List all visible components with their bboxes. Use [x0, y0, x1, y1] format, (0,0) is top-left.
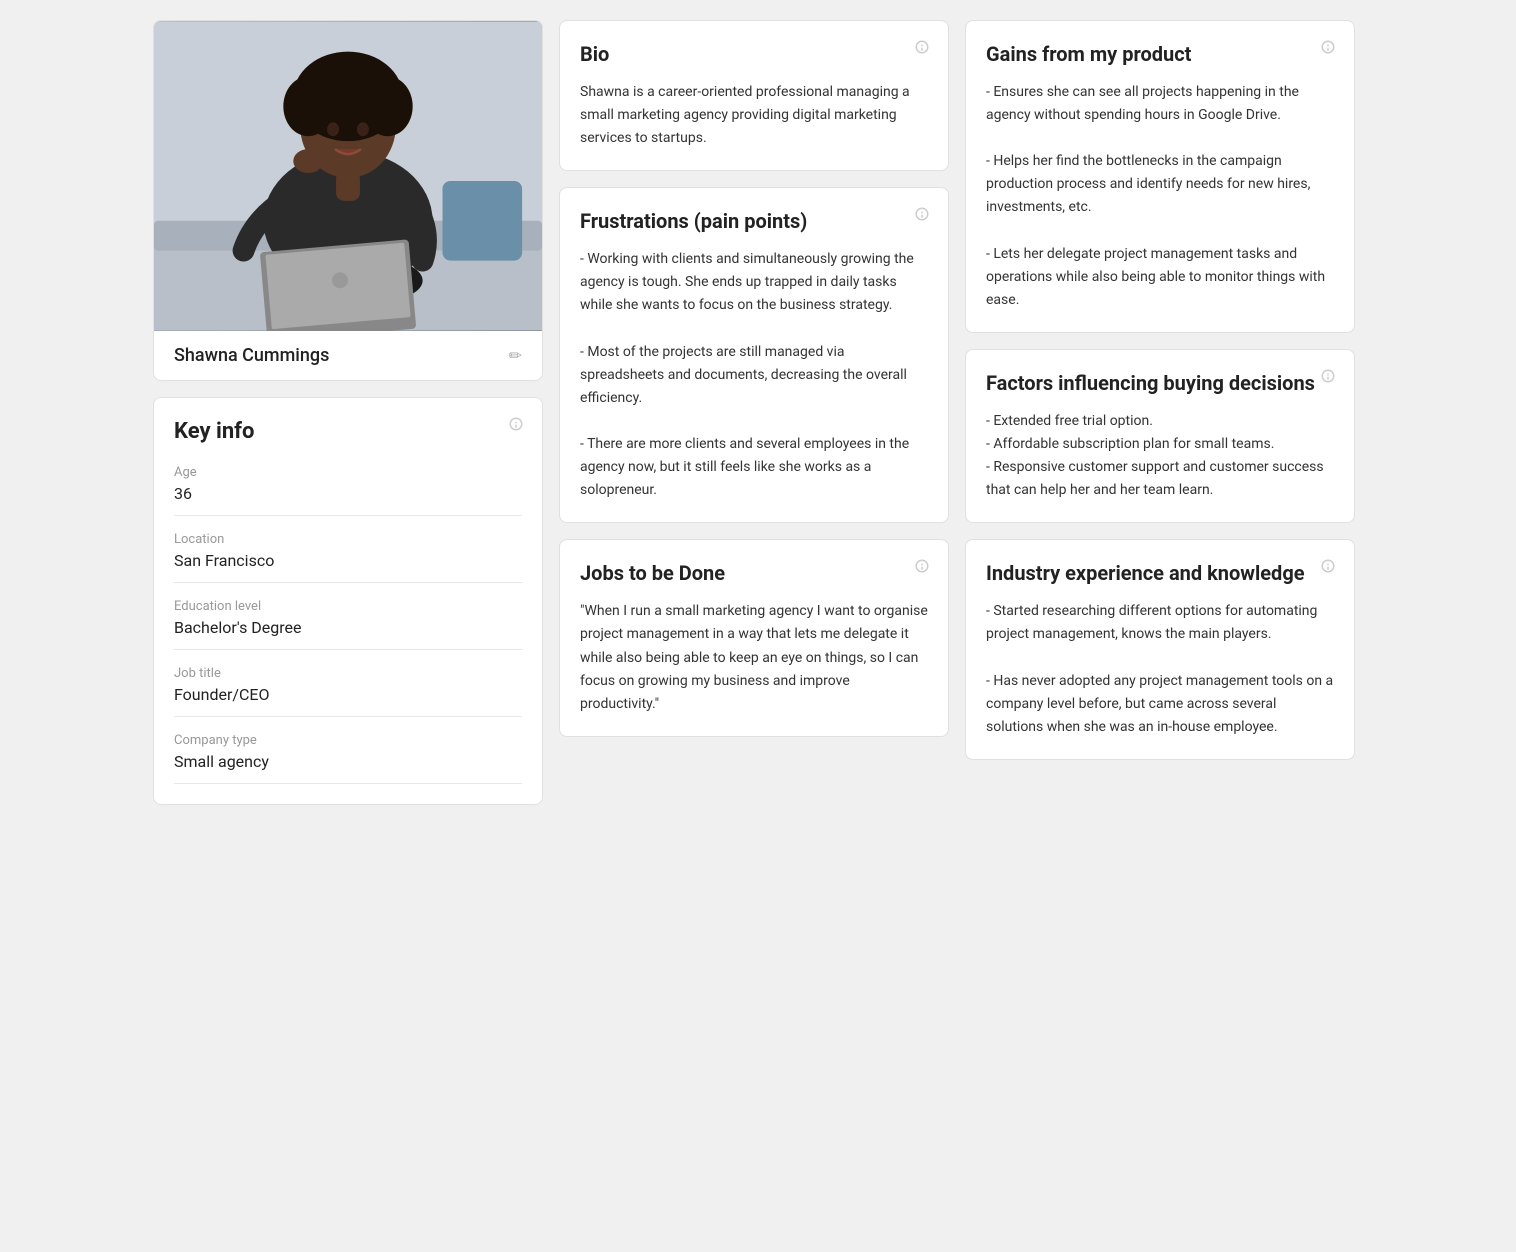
industry-hint-icon[interactable]: [1320, 558, 1336, 578]
location-label: Location: [174, 532, 522, 547]
key-info-fields: Age 36 Location San Francisco Education …: [174, 465, 522, 784]
profile-card: Shawna Cummings ✏: [153, 20, 543, 381]
jobs-to-be-done-card: Jobs to be Done "When I run a small mark…: [559, 539, 949, 736]
edit-icon[interactable]: ✏: [509, 346, 522, 365]
jobs-title: Jobs to be Done: [580, 560, 928, 586]
industry-card: Industry experience and knowledge - Star…: [965, 539, 1355, 760]
middle-column: Bio Shawna is a career-oriented professi…: [559, 20, 949, 805]
gains-title: Gains from my product: [986, 41, 1334, 67]
info-field-job-title: Job title Founder/CEO: [174, 666, 522, 717]
bio-hint-icon[interactable]: [914, 39, 930, 59]
factors-title: Factors influencing buying decisions: [986, 370, 1334, 396]
frustrations-body: - Working with clients and simultaneousl…: [580, 248, 928, 502]
factors-body: - Extended free trial option. - Affordab…: [986, 410, 1334, 502]
info-field-education: Education level Bachelor's Degree: [174, 599, 522, 650]
age-label: Age: [174, 465, 522, 480]
gains-card: Gains from my product - Ensures she can …: [965, 20, 1355, 333]
bio-body: Shawna is a career-oriented professional…: [580, 81, 928, 150]
frustrations-title: Frustrations (pain points): [580, 208, 928, 234]
page-layout: Shawna Cummings ✏ Key info Age 36 Locati…: [153, 20, 1363, 805]
gains-hint-icon[interactable]: [1320, 39, 1336, 59]
bio-card: Bio Shawna is a career-oriented professi…: [559, 20, 949, 171]
jobs-body: "When I run a small marketing agency I w…: [580, 600, 928, 715]
profile-photo-placeholder: [154, 21, 542, 331]
industry-body: - Started researching different options …: [986, 600, 1334, 739]
frustrations-hint-icon[interactable]: [914, 206, 930, 226]
right-column: Gains from my product - Ensures she can …: [965, 20, 1355, 805]
factors-hint-icon[interactable]: [1320, 368, 1336, 388]
factors-card: Factors influencing buying decisions - E…: [965, 349, 1355, 523]
info-field-location: Location San Francisco: [174, 532, 522, 583]
bio-title: Bio: [580, 41, 928, 67]
location-value: San Francisco: [174, 551, 522, 583]
key-info-card: Key info Age 36 Location San Francisco E…: [153, 397, 543, 805]
job-title-label: Job title: [174, 666, 522, 681]
gains-body: - Ensures she can see all projects happe…: [986, 81, 1334, 312]
job-title-value: Founder/CEO: [174, 685, 522, 717]
profile-photo-svg: [154, 21, 542, 331]
industry-title: Industry experience and knowledge: [986, 560, 1334, 586]
age-value: 36: [174, 484, 522, 516]
hint-icon[interactable]: [508, 416, 524, 436]
education-label: Education level: [174, 599, 522, 614]
profile-image-container: [154, 21, 542, 331]
frustrations-card: Frustrations (pain points) - Working wit…: [559, 187, 949, 523]
company-type-label: Company type: [174, 733, 522, 748]
info-field-age: Age 36: [174, 465, 522, 516]
key-info-title: Key info: [174, 418, 522, 447]
company-type-value: Small agency: [174, 752, 522, 784]
profile-name: Shawna Cummings: [174, 345, 329, 366]
left-column: Shawna Cummings ✏ Key info Age 36 Locati…: [153, 20, 543, 805]
jobs-hint-icon[interactable]: [914, 558, 930, 578]
profile-name-row: Shawna Cummings ✏: [154, 331, 542, 380]
info-field-company-type: Company type Small agency: [174, 733, 522, 784]
education-value: Bachelor's Degree: [174, 618, 522, 650]
